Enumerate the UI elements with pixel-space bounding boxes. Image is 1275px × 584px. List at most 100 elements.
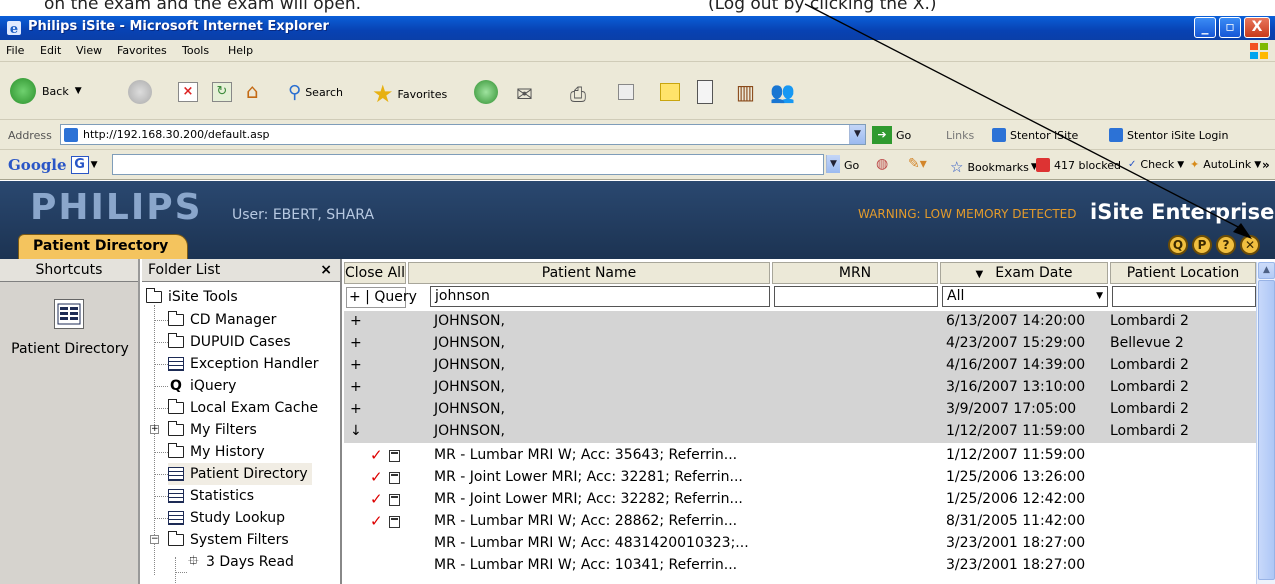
folder-iquery[interactable]: QiQuery [168,375,236,397]
research-icon[interactable]: ▥ [736,80,755,104]
menu-tools[interactable]: Tools [182,44,209,57]
location-filter[interactable] [1112,286,1256,307]
preferences-icon[interactable]: P [1192,235,1212,255]
maximize-button[interactable]: ▫ [1219,17,1241,38]
folder-dupuid-cases[interactable]: DUPUID Cases [168,331,291,353]
stop-icon[interactable]: × [178,82,198,102]
logout-icon[interactable]: ✕ [1240,235,1260,255]
pagerank-icon[interactable]: ◍ [876,156,888,172]
expand-icon[interactable]: + [350,401,362,417]
autolink-button[interactable]: ✦ AutoLink ▼ [1190,158,1261,171]
table-row[interactable]: + JOHNSON, 3/16/2007 13:10:00 Lombardi 2 [344,377,1256,399]
minimize-button[interactable]: _ [1194,17,1216,38]
table-row[interactable]: + JOHNSON, 3/9/2007 17:05:00 Lombardi 2 [344,399,1256,421]
help-icon[interactable]: ? [1216,235,1236,255]
mail-icon[interactable]: ✉ [516,82,533,106]
edit-icon[interactable] [618,84,634,100]
google-search-input[interactable] [112,154,824,175]
expand-icon[interactable]: + [350,357,362,373]
collapse-icon[interactable]: ↓ [350,423,362,439]
folder-local-exam-cache[interactable]: Local Exam Cache [168,397,318,419]
chevron-down-icon[interactable]: ▼ [849,125,865,144]
expand-icon[interactable]: + [150,425,159,434]
column-patient-location[interactable]: Patient Location [1110,262,1256,284]
contacts-icon[interactable]: 👥 [770,80,795,104]
menu-edit[interactable]: Edit [40,44,61,57]
spell-check-button[interactable]: ✓ Check ▼ [1128,158,1184,171]
column-exam-date[interactable]: ▼ Exam Date [940,262,1108,284]
folder-my-filters[interactable]: My Filters [168,419,257,441]
search-button[interactable]: ⚲ Search [288,82,343,103]
folder-exception-handler[interactable]: Exception Handler [168,353,318,375]
exam-row[interactable]: ✓ MR - Lumbar MRI W; Acc: 28862; Referri… [344,511,1256,533]
refresh-icon[interactable]: ↻ [212,82,232,102]
messenger-icon[interactable] [697,80,713,104]
close-all-button[interactable]: Close All [344,262,406,284]
vertical-scrollbar[interactable]: ▲ [1256,262,1275,584]
close-pane-icon[interactable]: × [320,259,332,281]
tree-line [154,342,168,343]
exam-date-filter[interactable]: All ▼ [942,286,1108,307]
menu-help[interactable]: Help [228,44,253,57]
link-stentor-isite-login[interactable]: Stentor iSite Login [1109,128,1228,142]
history-icon[interactable] [474,80,498,104]
report-icon[interactable] [389,494,400,506]
close-window-button[interactable]: X [1244,17,1270,38]
tree-line [175,572,187,573]
link-stentor-isite[interactable]: Stentor iSite [992,128,1078,142]
patient-directory-icon[interactable] [54,299,84,329]
table-row[interactable]: ↓ JOHNSON, 1/12/2007 11:59:00 Lombardi 2 [344,421,1256,443]
popup-blocker[interactable]: 417 blocked [1036,158,1121,172]
patient-name-filter[interactable]: johnson [430,286,770,307]
scroll-thumb[interactable] [1258,280,1275,580]
back-button[interactable]: Back ▼ [10,78,82,104]
favorites-button[interactable]: ★ Favorites [372,80,447,108]
menu-favorites[interactable]: Favorites [117,44,167,57]
report-icon[interactable] [389,472,400,484]
print-icon[interactable]: ⎙ [570,82,586,106]
home-icon[interactable]: ⌂ [246,80,268,102]
menu-view[interactable]: View [76,44,102,57]
column-patient-name[interactable]: Patient Name [408,262,770,284]
report-icon[interactable] [389,516,400,528]
chevron-down-icon[interactable]: ▼ [826,155,840,173]
shortcut-patient-directory[interactable]: Patient Directory [0,341,140,357]
folder-cd-manager[interactable]: CD Manager [168,309,276,331]
table-row[interactable]: + JOHNSON, 4/23/2007 15:29:00 Bellevue 2 [344,333,1256,355]
mrn-filter[interactable] [774,286,938,307]
exam-row[interactable]: ✓ MR - Joint Lower MRI; Acc: 32281; Refe… [344,467,1256,489]
table-row[interactable]: + JOHNSON, 4/16/2007 14:39:00 Lombardi 2 [344,355,1256,377]
exam-row[interactable]: MR - Lumbar MRI W; Acc: 4831420010323;..… [344,533,1256,555]
menu-file[interactable]: File [6,44,24,57]
folder-isite-tools[interactable]: iSite Tools [146,286,238,308]
toolbar-overflow-button[interactable]: » [1262,158,1270,172]
collapse-icon[interactable]: − [150,535,159,544]
forward-arrow-icon[interactable] [128,80,152,104]
folder-my-history[interactable]: My History [168,441,265,463]
expand-icon[interactable]: + [350,379,362,395]
query-button[interactable]: + | Query [346,287,417,308]
exam-row[interactable]: ✓ MR - Joint Lower MRI; Acc: 32282; Refe… [344,489,1256,511]
report-icon[interactable] [389,450,400,462]
exam-row[interactable]: MR - Lumbar MRI W; Acc: 10341; Referrin.… [344,555,1256,577]
column-mrn[interactable]: MRN [772,262,938,284]
table-row[interactable]: + JOHNSON, 6/13/2007 14:20:00 Lombardi 2 [344,311,1256,333]
query-icon[interactable]: Q [1168,235,1188,255]
folder-statistics[interactable]: Statistics [168,485,254,507]
google-go-button[interactable]: Go [844,159,859,172]
tab-patient-directory[interactable]: Patient Directory [18,234,188,259]
google-logo[interactable]: Google G ▼ [8,156,97,174]
bookmarks-button[interactable]: ☆ Bookmarks ▼ [950,158,1038,176]
address-input[interactable]: http://192.168.30.200/default.asp ▼ [60,124,866,145]
filter-3-days-read[interactable]: ⯐ 3 Days Read [188,551,294,573]
folder-system-filters[interactable]: System Filters [168,529,289,551]
scroll-up-icon[interactable]: ▲ [1258,262,1275,279]
expand-icon[interactable]: + [350,313,362,329]
go-button[interactable]: ➔ Go [872,126,911,144]
exam-row[interactable]: ✓ MR - Lumbar MRI W; Acc: 35643; Referri… [344,445,1256,467]
folder-study-lookup[interactable]: Study Lookup [168,507,285,529]
notes-icon[interactable] [660,83,680,101]
folder-patient-directory[interactable]: Patient Directory [168,463,312,485]
expand-icon[interactable]: + [350,335,362,351]
news-icon[interactable]: ✎▾ [908,156,927,172]
